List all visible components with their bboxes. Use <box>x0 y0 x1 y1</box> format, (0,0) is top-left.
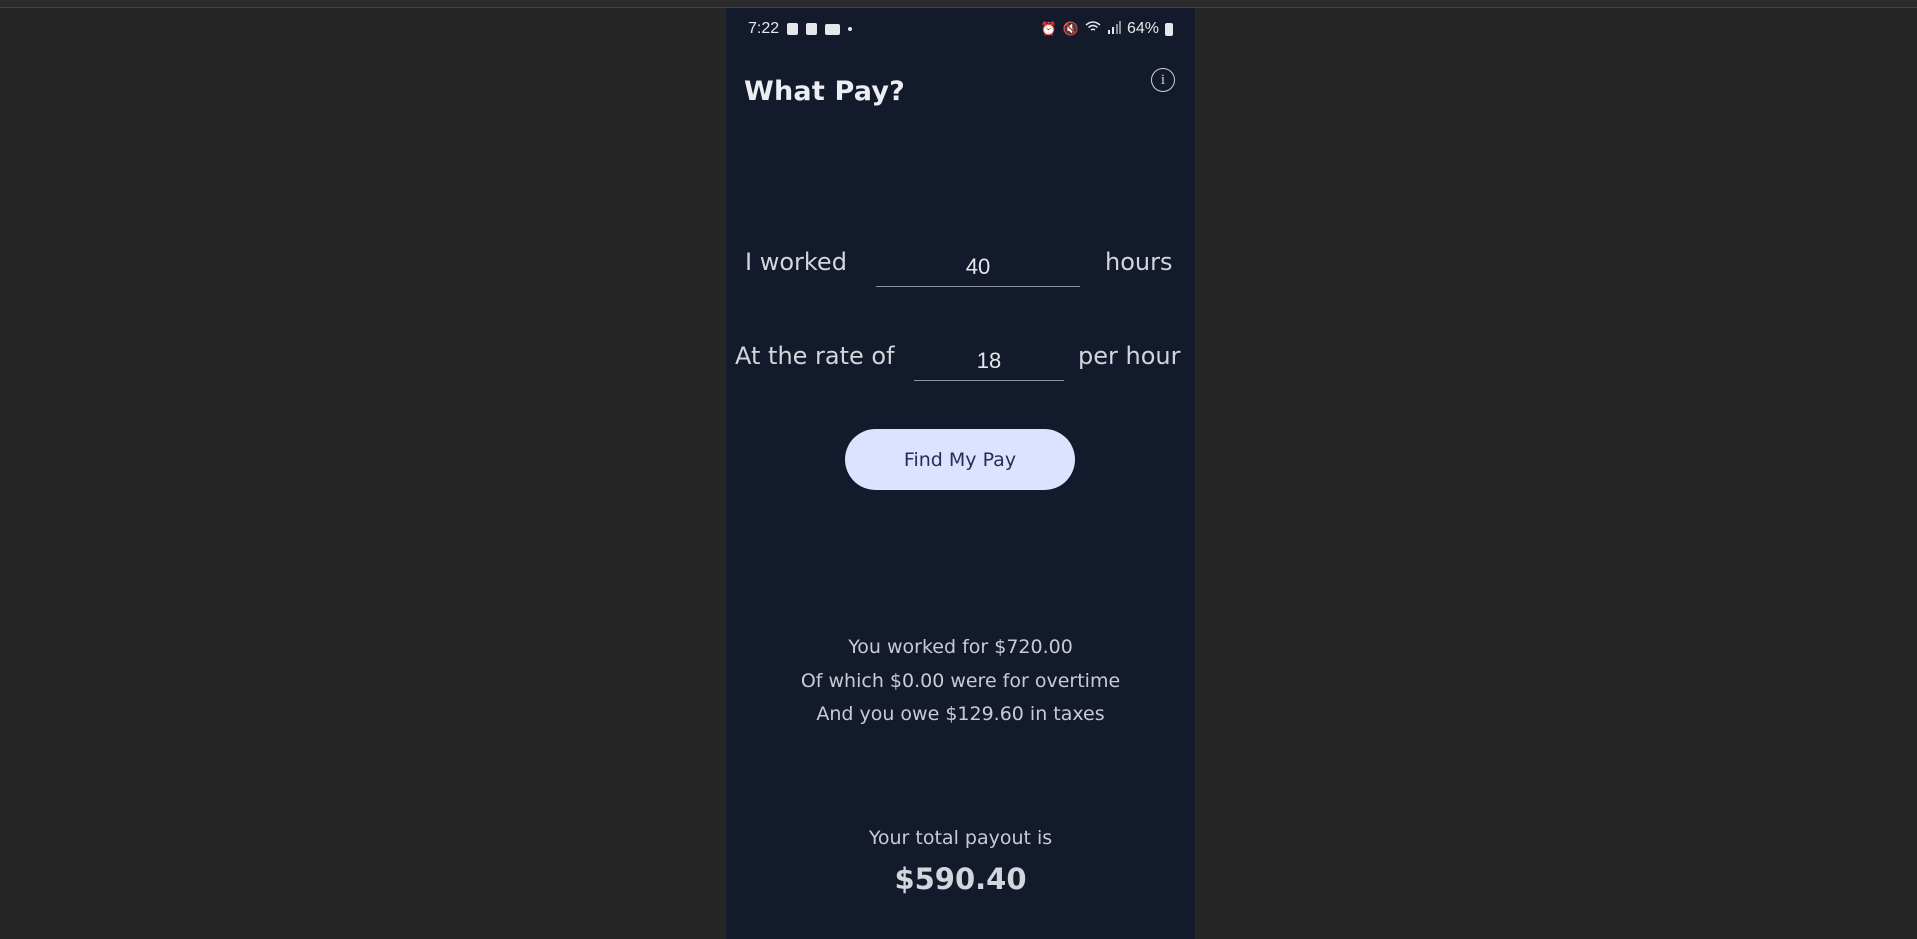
status-time: 7:22 <box>748 20 780 37</box>
summary-gross: You worked for $720.00 <box>848 636 1073 658</box>
mute-icon: 🔇 <box>1062 21 1079 36</box>
rate-prefix-label: At the rate of <box>735 342 895 370</box>
voicemail-icon <box>825 23 841 35</box>
battery-percent: 64% <box>1126 20 1159 37</box>
find-my-pay-button[interactable]: Find My Pay <box>845 429 1075 490</box>
rate-suffix-label: per hour <box>1078 342 1181 370</box>
hours-input[interactable]: 40 <box>876 254 1080 287</box>
status-bar-right: ⏰ 🔇 64% <box>1041 20 1173 38</box>
status-bar-left: 7:22 <box>748 20 853 38</box>
summary-taxes: And you owe $129.60 in taxes <box>816 703 1105 725</box>
status-bar: 7:22 ⏰ 🔇 64% <box>726 8 1195 50</box>
dot-icon <box>848 27 853 31</box>
wifi-icon <box>1085 20 1101 38</box>
hours-suffix-label: hours <box>1105 248 1173 276</box>
window-top-border <box>0 0 1917 8</box>
image-icon <box>806 23 818 35</box>
signal-icon <box>1107 20 1121 38</box>
phone-screen: 7:22 ⏰ 🔇 64% What Pay? i I worked 40 hou… <box>726 8 1195 939</box>
total-payout-label: Your total payout is <box>868 827 1053 849</box>
hours-prefix-label: I worked <box>745 248 847 276</box>
app-title: What Pay? <box>744 76 906 107</box>
sim-icon <box>787 23 799 35</box>
battery-icon <box>1165 22 1173 36</box>
summary-overtime: Of which $0.00 were for overtime <box>800 670 1121 692</box>
total-payout-value: $590.40 <box>894 862 1027 896</box>
alarm-icon: ⏰ <box>1040 21 1057 36</box>
rate-input[interactable]: 18 <box>914 348 1064 381</box>
info-icon[interactable]: i <box>1151 68 1175 92</box>
